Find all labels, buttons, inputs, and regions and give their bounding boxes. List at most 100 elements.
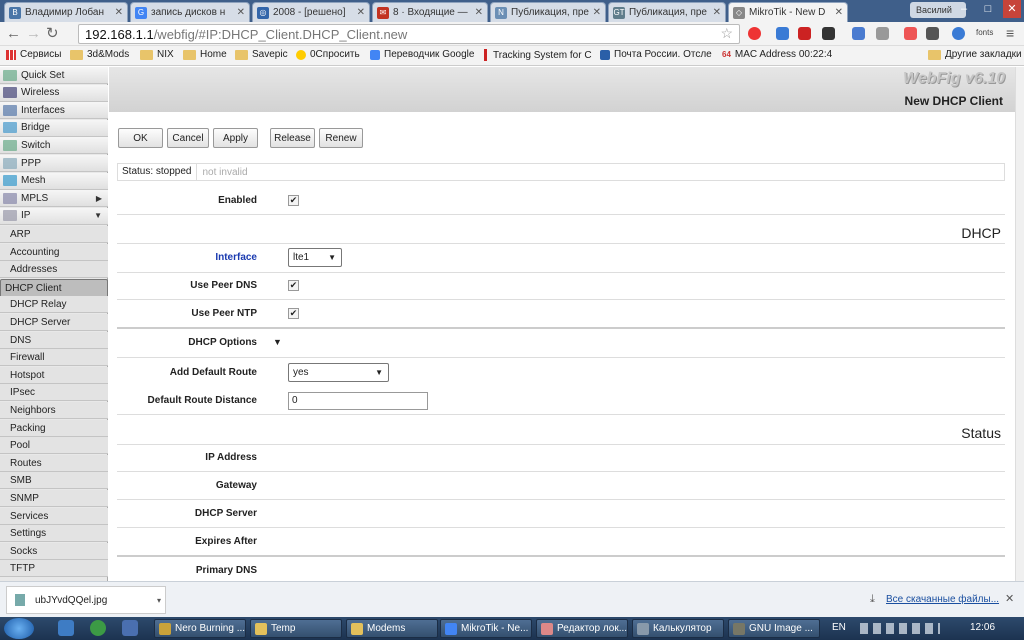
bookmark-apps[interactable]: Сервисы	[6, 49, 76, 60]
bookmark-tracking[interactable]: Tracking System for C	[484, 49, 592, 61]
extension-icon[interactable]	[776, 27, 789, 40]
menu-item-wireless[interactable]: Wireless	[0, 84, 108, 102]
menu-subitem-snmp[interactable]: SNMP	[0, 490, 108, 507]
browser-tab[interactable]: ◇ MikroTik - New D ✕	[728, 2, 848, 22]
menu-subitem-socks[interactable]: Socks	[0, 542, 108, 560]
expand-arrow-icon[interactable]: ▼	[273, 337, 282, 347]
release-button[interactable]: Release	[270, 128, 315, 148]
menu-item-ip[interactable]: IP ▼	[0, 207, 108, 225]
browser-tab[interactable]: В Владимир Лобан ✕	[4, 2, 128, 22]
opera-icon[interactable]	[748, 27, 761, 40]
close-icon[interactable]: ✕	[1005, 592, 1014, 605]
add-default-route-select[interactable]: yes ▼	[288, 363, 389, 382]
cancel-button[interactable]: Cancel	[167, 128, 209, 148]
ok-button[interactable]: OK	[118, 128, 163, 148]
menu-icon[interactable]: ≡	[1006, 25, 1014, 41]
bookmark-ask[interactable]: 0Спросить	[296, 49, 366, 60]
start-button[interactable]	[4, 618, 34, 639]
close-tab-icon[interactable]: ✕	[357, 7, 365, 18]
menu-subitem-smb[interactable]: SMB	[0, 472, 108, 490]
enabled-checkbox[interactable]: ✔	[288, 195, 299, 206]
taskbar-window-button[interactable]: Nero Burning ...	[154, 619, 246, 638]
close-window-icon[interactable]: ✕	[1003, 0, 1021, 18]
menu-subitem-firewall[interactable]: Firewall	[0, 349, 108, 367]
taskbar-window-button[interactable]: Temp	[250, 619, 342, 638]
maximize-icon[interactable]: □	[979, 0, 997, 18]
use-peer-dns-checkbox[interactable]: ✔	[288, 280, 299, 291]
menu-subitem-ipsec[interactable]: IPsec	[0, 384, 108, 402]
taskbar-window-button[interactable]: MikroTik - Ne...	[440, 619, 532, 638]
menu-item-interfaces[interactable]: Interfaces	[0, 102, 108, 120]
browser-tab[interactable]: N Публикация, пре ✕	[490, 2, 606, 22]
close-tab-icon[interactable]: ✕	[713, 7, 721, 18]
page-scrollbar[interactable]	[1015, 67, 1024, 581]
app-quicklaunch-icon[interactable]	[122, 620, 138, 636]
pen-icon[interactable]	[822, 27, 835, 40]
utorrent-quicklaunch-icon[interactable]	[90, 620, 106, 636]
puzzle-icon[interactable]	[876, 27, 889, 40]
translate-icon[interactable]	[904, 27, 917, 40]
star-icon[interactable]: ☆	[720, 25, 733, 42]
taskbar-window-button[interactable]: Калькулятор	[632, 619, 724, 638]
bookmark-mac[interactable]: 64 MAC Address 00:22:4	[722, 49, 832, 60]
menu-item-switch[interactable]: Switch	[0, 137, 108, 155]
explorer-quicklaunch-icon[interactable]	[58, 620, 74, 636]
bookmark-translate[interactable]: Переводчик Google	[370, 49, 478, 60]
bookmark-3dmods[interactable]: 3d&Mods	[70, 49, 134, 60]
reload-icon[interactable]: ↻	[46, 25, 59, 43]
menu-subitem-dhcp-server[interactable]: DHCP Server	[0, 314, 108, 331]
taskbar-window-button[interactable]: Редактор лок...	[536, 619, 628, 638]
forward-icon[interactable]: →	[26, 25, 41, 43]
back-icon[interactable]: ←	[6, 25, 21, 43]
menu-subitem-accounting[interactable]: Accounting	[0, 243, 108, 261]
url-input[interactable]: 192.168.1.1/webfig/#IP:DHCP_Client.DHCP_…	[78, 24, 740, 44]
browser-tab[interactable]: ✉ 8 · Входящие — ✕	[372, 2, 488, 22]
close-tab-icon[interactable]: ✕	[475, 7, 483, 18]
close-tab-icon[interactable]: ✕	[593, 7, 601, 18]
bookmark-savepic[interactable]: Savepic	[235, 49, 293, 60]
menu-subitem-addresses[interactable]: Addresses	[0, 261, 108, 279]
default-route-distance-input[interactable]: 0	[288, 392, 428, 410]
menu-subitem-dns[interactable]: DNS	[0, 331, 108, 349]
taskbar-window-button[interactable]: Modems	[346, 619, 438, 638]
browser-tab[interactable]: ◎ 2008 - [решено] ✕	[252, 2, 370, 22]
bookmark-home[interactable]: Home	[183, 49, 231, 60]
browser-tab[interactable]: GT Публикация, пре ✕	[608, 2, 726, 22]
use-peer-ntp-checkbox[interactable]: ✔	[288, 308, 299, 319]
calendar-icon[interactable]	[852, 27, 865, 40]
minimize-icon[interactable]: –	[955, 0, 973, 18]
menu-subitem-dhcp-client[interactable]: DHCP Client	[0, 278, 108, 298]
chevron-down-icon[interactable]: ▾	[157, 596, 161, 605]
close-tab-icon[interactable]: ✕	[115, 7, 123, 18]
tray-icons[interactable]	[860, 623, 940, 634]
menu-subitem-hotspot[interactable]: Hotspot	[0, 366, 108, 384]
menu-subitem-settings[interactable]: Settings	[0, 525, 108, 543]
menu-subitem-pool[interactable]: Pool	[0, 437, 108, 455]
taskbar-window-button[interactable]: GNU Image ...	[728, 619, 820, 638]
close-tab-icon[interactable]: ✕	[835, 7, 843, 18]
menu-subitem-routes[interactable]: Routes	[0, 454, 108, 472]
menu-subitem-arp[interactable]: ARP	[0, 226, 108, 243]
interface-select[interactable]: lte1 ▼	[288, 248, 342, 267]
browser-tab[interactable]: Gзапись дисков н ✕	[130, 2, 250, 22]
menu-subitem-services[interactable]: Services	[0, 507, 108, 525]
language-indicator[interactable]: EN	[832, 622, 846, 633]
close-tab-icon[interactable]: ✕	[237, 7, 245, 18]
menu-item-bridge[interactable]: Bridge	[0, 119, 108, 137]
tool-icon[interactable]	[926, 27, 939, 40]
skype-icon[interactable]	[952, 27, 965, 40]
interface-label[interactable]: Interface	[117, 252, 257, 263]
menu-subitem-neighbors[interactable]: Neighbors	[0, 402, 108, 419]
menu-subitem-packing[interactable]: Packing	[0, 419, 108, 437]
menu-item-quick-set[interactable]: Quick Set	[0, 67, 108, 84]
menu-item-ppp[interactable]: PPP	[0, 155, 108, 172]
fonts-extension[interactable]: fonts	[976, 28, 993, 37]
renew-button[interactable]: Renew	[319, 128, 363, 148]
menu-subitem-tftp[interactable]: TFTP	[0, 560, 108, 578]
all-downloads-link[interactable]: Все скачанные файлы...	[886, 594, 999, 605]
download-item[interactable]: ubJYvdQQel.jpg ▾	[6, 586, 166, 614]
menu-item-mpls[interactable]: MPLS ▶	[0, 190, 108, 208]
menu-item-mesh[interactable]: Mesh	[0, 172, 108, 190]
other-bookmarks[interactable]: Другие закладки	[928, 49, 1024, 60]
apply-button[interactable]: Apply	[213, 128, 258, 148]
